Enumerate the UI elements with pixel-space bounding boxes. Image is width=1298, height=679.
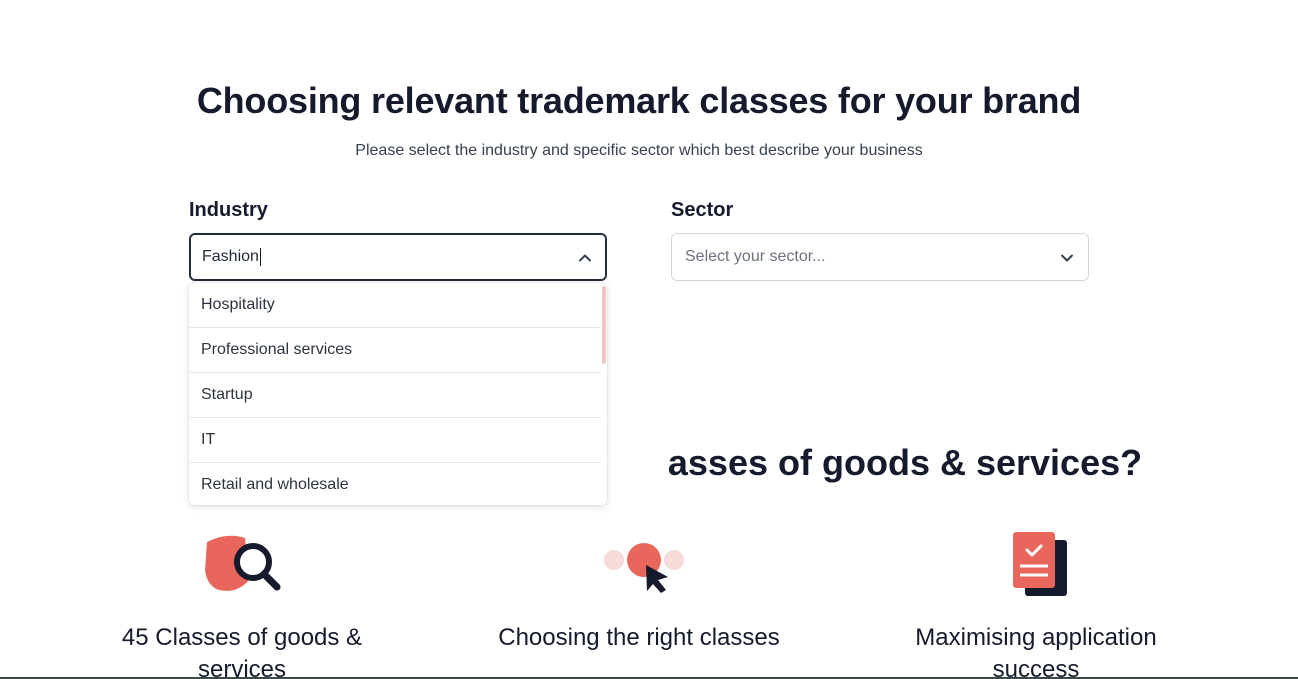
industry-select[interactable]: Fashion [189, 233, 607, 281]
industry-input[interactable]: Fashion [202, 248, 261, 266]
chevron-down-icon[interactable] [1060, 251, 1074, 265]
industry-dropdown[interactable]: Hospitality Professional services Startu… [189, 283, 607, 505]
feature-classes: 45 Classes of goods & services [92, 530, 392, 679]
dropdown-scrollbar[interactable] [602, 286, 606, 364]
chevron-up-icon[interactable] [578, 251, 592, 265]
industry-label: Industry [189, 199, 268, 221]
page: Choosing relevant trademark classes for … [0, 0, 1298, 679]
feature-text: Choosing the right classes [498, 624, 780, 651]
cursor-click-icon [604, 543, 684, 593]
dropdown-option-professional-services[interactable]: Professional services [189, 328, 601, 373]
sector-label: Sector [671, 199, 734, 221]
dropdown-option-it[interactable]: IT [189, 418, 601, 463]
text-caret [259, 248, 261, 266]
page-title: Choosing relevant trademark classes for … [196, 80, 1082, 121]
dropdown-option-hospitality[interactable]: Hospitality [189, 283, 601, 328]
document-check-icon [1013, 532, 1067, 596]
dropdown-option-retail-and-wholesale[interactable]: Retail and wholesale [189, 463, 601, 505]
page-subtitle: Please select the industry and specific … [355, 142, 923, 159]
feature-application-success: Maximising application success [886, 530, 1186, 679]
magnifier-icon [205, 535, 281, 591]
sector-placeholder: Select your sector... [685, 248, 826, 265]
feature-right-classes: Choosing the right classes [489, 530, 789, 654]
sector-select[interactable]: Select your sector... [671, 233, 1089, 281]
dropdown-option-startup[interactable]: Startup [189, 373, 601, 418]
feature-text: 45 Classes of goods & services [121, 624, 363, 679]
feature-text: Maximising application success [915, 624, 1157, 679]
